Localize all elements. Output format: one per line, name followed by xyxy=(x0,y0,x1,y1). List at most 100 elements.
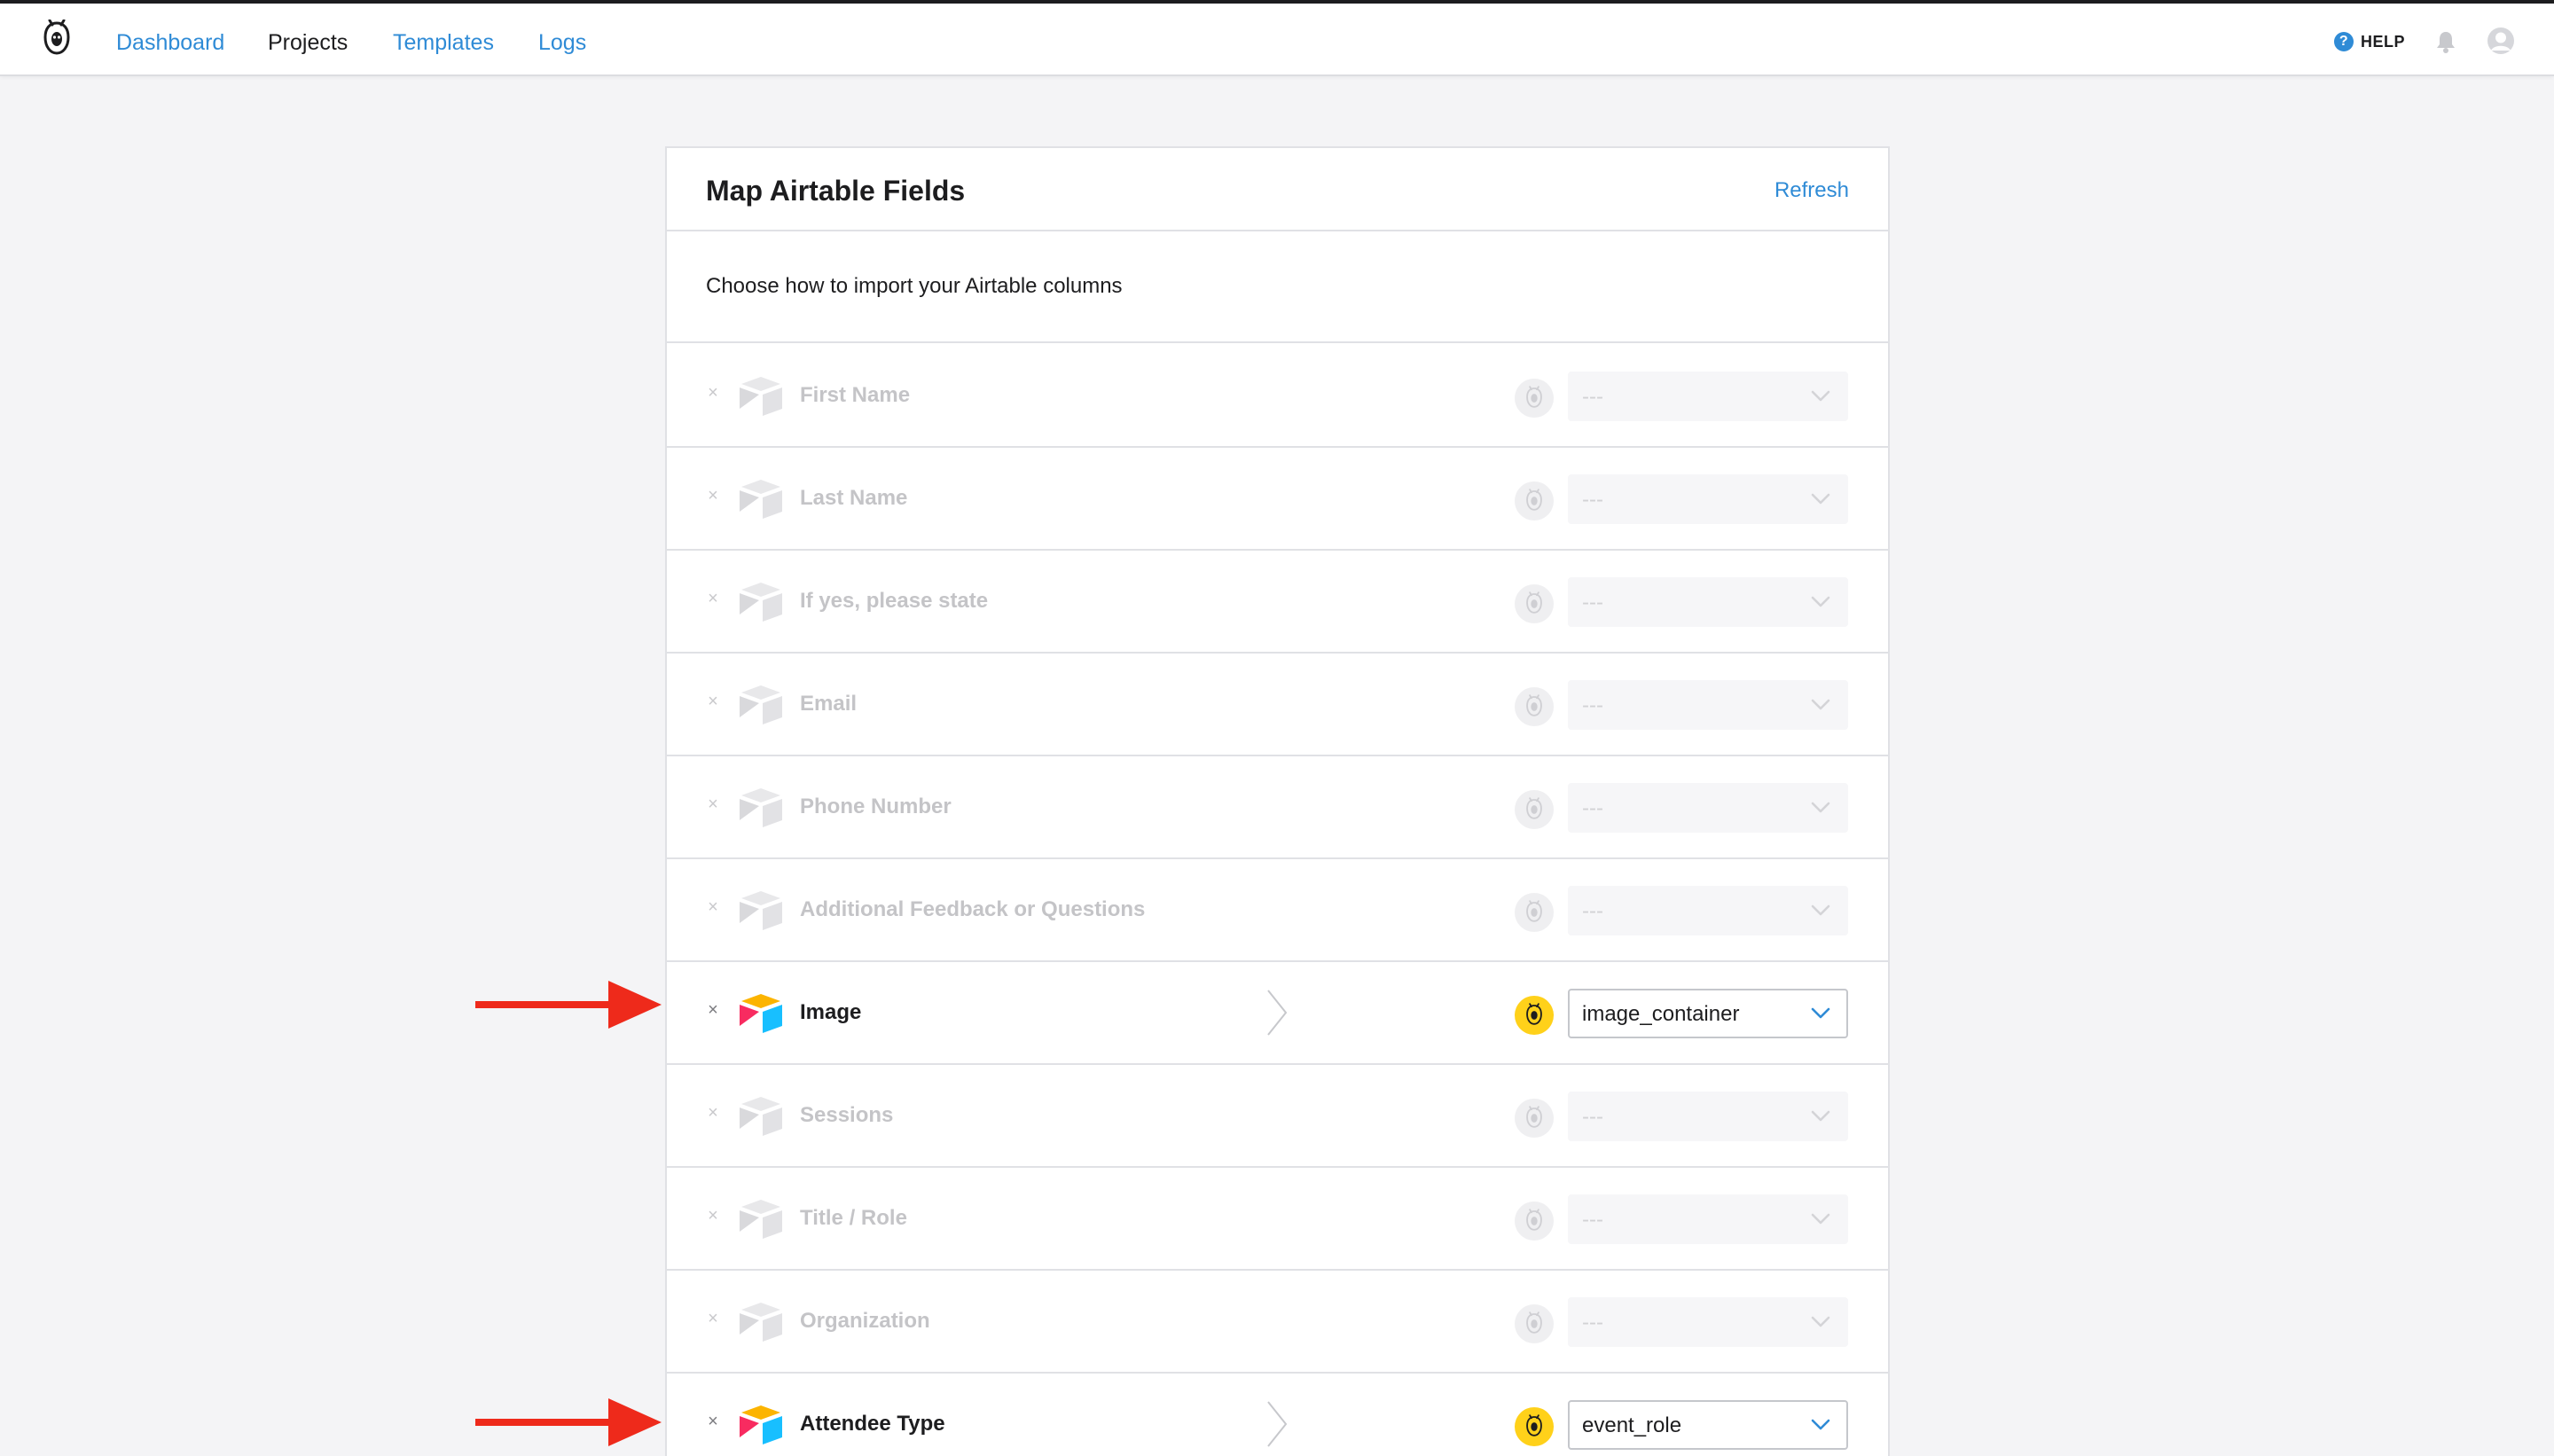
chevron-down-icon xyxy=(1811,802,1830,813)
mapping-row-organization: × Organization --- xyxy=(667,1271,1888,1374)
app-logo-badge-icon xyxy=(1515,379,1554,418)
app-logo-badge-icon xyxy=(1515,687,1554,726)
select-value: --- xyxy=(1582,1105,1603,1129)
close-icon[interactable]: × xyxy=(704,384,722,402)
top-nav-bar: Dashboard Projects Templates Logs ? HELP xyxy=(0,0,2554,76)
target-field-select[interactable]: --- xyxy=(1568,886,1848,935)
close-icon[interactable]: × xyxy=(704,1104,722,1122)
select-value: --- xyxy=(1582,693,1603,717)
mapping-row-email: × Email --- xyxy=(667,654,1888,756)
target-field-select[interactable]: --- xyxy=(1568,474,1848,524)
chevron-down-icon xyxy=(1811,1213,1830,1225)
airtable-cube-icon xyxy=(740,583,782,622)
mapping-row-last-name: × Last Name --- xyxy=(667,448,1888,551)
close-icon[interactable]: × xyxy=(704,1001,722,1019)
nav-templates[interactable]: Templates xyxy=(393,28,494,57)
chevron-right-icon xyxy=(1267,1401,1288,1447)
close-icon[interactable]: × xyxy=(704,1310,722,1327)
select-value: event_role xyxy=(1582,1413,1682,1437)
chevron-down-icon xyxy=(1811,390,1830,402)
description-text: Choose how to import your Airtable colum… xyxy=(706,274,1123,298)
select-value: --- xyxy=(1582,899,1603,923)
help-button[interactable]: ? HELP xyxy=(2334,30,2405,53)
app-logo-badge-icon xyxy=(1515,1099,1554,1138)
field-name: Additional Feedback or Questions xyxy=(800,897,1146,921)
nav-logs[interactable]: Logs xyxy=(538,28,586,57)
airtable-cube-icon xyxy=(740,1303,782,1342)
select-value: image_container xyxy=(1582,1002,1740,1026)
close-icon[interactable]: × xyxy=(704,898,722,916)
app-logo-badge-icon xyxy=(1515,996,1554,1035)
nav-dashboard[interactable]: Dashboard xyxy=(116,28,224,57)
app-logo-badge-icon xyxy=(1515,1407,1554,1446)
target-field-select[interactable]: --- xyxy=(1568,783,1848,833)
airtable-cube-icon xyxy=(740,1097,782,1136)
field-name: Image xyxy=(800,1000,862,1024)
airtable-cube-icon xyxy=(740,1200,782,1239)
airtable-cube-icon xyxy=(740,994,782,1033)
target-field-select[interactable]: --- xyxy=(1568,577,1848,627)
chevron-down-icon xyxy=(1811,1316,1830,1327)
mapping-row-title-role: × Title / Role --- xyxy=(667,1168,1888,1271)
chevron-down-icon xyxy=(1811,699,1830,710)
close-icon[interactable]: × xyxy=(704,590,722,607)
card-description: Choose how to import your Airtable colum… xyxy=(667,231,1888,343)
chevron-down-icon xyxy=(1811,904,1830,916)
help-icon: ? xyxy=(2334,32,2354,51)
close-icon[interactable]: × xyxy=(704,693,722,710)
mapping-row-image: × Image image_container xyxy=(667,962,1888,1065)
app-logo-badge-icon xyxy=(1515,893,1554,932)
mapping-row-sessions: × Sessions --- xyxy=(667,1065,1888,1168)
field-name: First Name xyxy=(800,383,911,407)
field-name: Sessions xyxy=(800,1103,894,1127)
app-logo-badge-icon xyxy=(1515,1202,1554,1241)
mapping-row-phone-number: × Phone Number --- xyxy=(667,756,1888,859)
page-title: Map Airtable Fields xyxy=(706,175,966,207)
close-icon[interactable]: × xyxy=(704,1207,722,1225)
app-logo-icon[interactable] xyxy=(41,20,73,59)
select-value: --- xyxy=(1582,796,1603,820)
mapping-row-attendee-type: × Attendee Type event_role xyxy=(667,1374,1888,1456)
select-value: --- xyxy=(1582,1208,1603,1232)
select-value: --- xyxy=(1582,1311,1603,1335)
airtable-cube-icon xyxy=(740,891,782,930)
mapping-row-if-yes-please-state: × If yes, please state --- xyxy=(667,551,1888,654)
card-header: Map Airtable Fields Refresh xyxy=(667,148,1888,231)
close-icon[interactable]: × xyxy=(704,795,722,813)
chevron-down-icon xyxy=(1811,1419,1830,1430)
field-name: Last Name xyxy=(800,486,908,510)
select-value: --- xyxy=(1582,591,1603,614)
chevron-right-icon xyxy=(1267,990,1288,1036)
target-field-select[interactable]: --- xyxy=(1568,1092,1848,1141)
field-name: If yes, please state xyxy=(800,589,989,613)
close-icon[interactable]: × xyxy=(704,1413,722,1430)
close-icon[interactable]: × xyxy=(704,487,722,505)
airtable-cube-icon xyxy=(740,788,782,827)
bell-icon[interactable] xyxy=(2434,29,2457,54)
mapping-rows: × First Name --- × Last Name --- × If ye… xyxy=(667,345,1888,1456)
nav-projects[interactable]: Projects xyxy=(268,28,348,57)
target-field-select[interactable]: --- xyxy=(1568,1297,1848,1347)
avatar-icon[interactable] xyxy=(2487,27,2515,55)
target-field-select[interactable]: event_role xyxy=(1568,1400,1848,1450)
chevron-down-icon xyxy=(1811,1007,1830,1019)
target-field-select[interactable]: --- xyxy=(1568,680,1848,730)
target-field-select[interactable]: --- xyxy=(1568,372,1848,421)
refresh-link[interactable]: Refresh xyxy=(1774,176,1849,205)
help-label: HELP xyxy=(2361,32,2406,51)
chevron-down-icon xyxy=(1811,493,1830,505)
select-value: --- xyxy=(1582,385,1603,409)
target-field-select[interactable]: image_container xyxy=(1568,989,1848,1038)
app-logo-badge-icon xyxy=(1515,584,1554,623)
airtable-cube-icon xyxy=(740,480,782,519)
target-field-select[interactable]: --- xyxy=(1568,1194,1848,1244)
chevron-down-icon xyxy=(1811,596,1830,607)
airtable-cube-icon xyxy=(740,685,782,724)
select-value: --- xyxy=(1582,488,1603,512)
field-name: Attendee Type xyxy=(800,1412,945,1436)
mapping-row-first-name: × First Name --- xyxy=(667,345,1888,448)
field-name: Phone Number xyxy=(800,795,952,818)
field-name: Email xyxy=(800,692,858,716)
app-logo-badge-icon xyxy=(1515,481,1554,521)
field-name: Title / Role xyxy=(800,1206,907,1230)
